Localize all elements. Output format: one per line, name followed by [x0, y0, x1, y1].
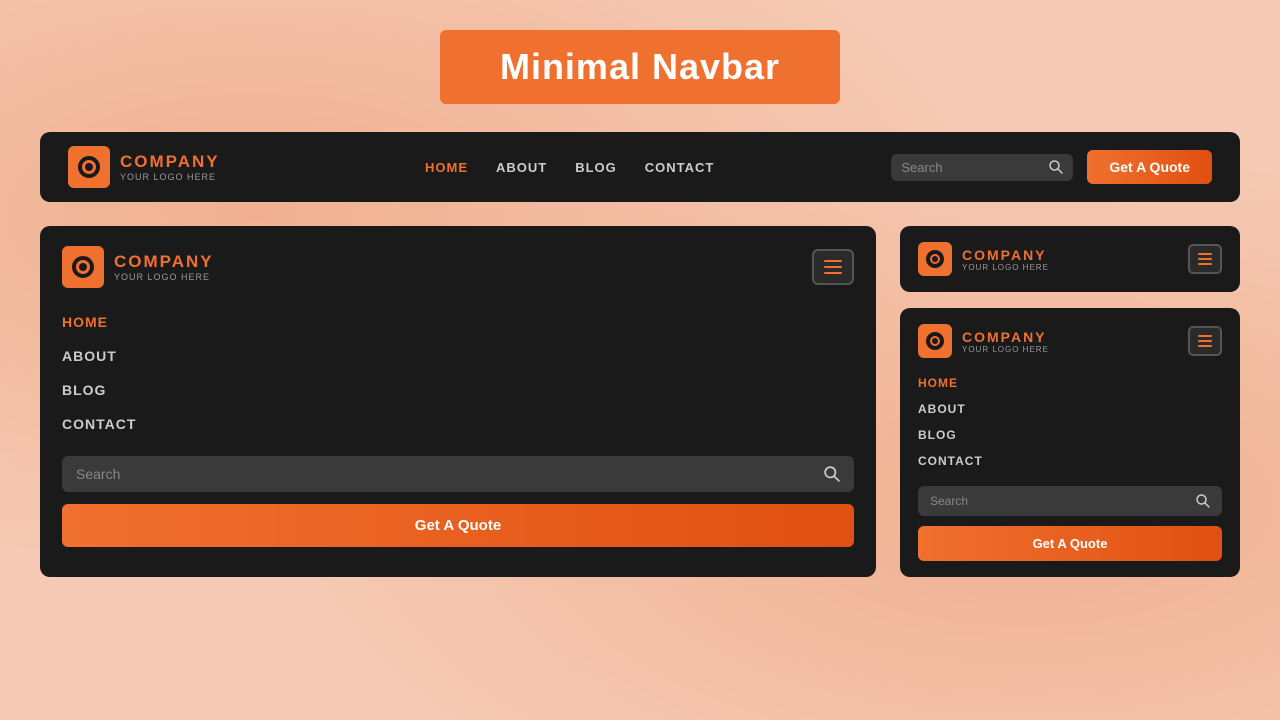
hamburger-line-2: [824, 266, 842, 268]
hamburger-line-sm-3: [1198, 263, 1212, 265]
mobile-small-expanded-header: COMPANY YOUR LOGO HERE: [918, 324, 1222, 358]
mobile-small-quote-button[interactable]: Get A Quote: [918, 526, 1222, 561]
logo-text-desktop: COMPANY YOUR LOGO HERE: [120, 152, 220, 182]
logo-tagline-mobile-small-exp: YOUR LOGO HERE: [962, 345, 1049, 354]
mobile-small-search-box: [918, 486, 1222, 516]
right-col: COMPANY YOUR LOGO HERE: [900, 226, 1240, 577]
logo-icon-desktop: [68, 146, 110, 188]
logo-icon-mobile-small: [918, 242, 952, 276]
mobile-large-nav-blog[interactable]: BLOG: [62, 376, 854, 404]
mobile-small-search-button[interactable]: [1196, 494, 1210, 508]
mobile-large-nav-home[interactable]: HOME: [62, 308, 854, 336]
logo-mobile-large: COMPANY YOUR LOGO HERE: [62, 246, 242, 288]
logo-circle-mobile-small: [926, 250, 944, 268]
hamburger-button-small-expanded[interactable]: [1188, 326, 1222, 356]
nav-link-about[interactable]: ABOUT: [496, 160, 547, 175]
company-name-desktop: COMPANY: [120, 152, 220, 172]
logo-circle-desktop: [78, 156, 100, 178]
nav-link-home[interactable]: HOME: [425, 160, 468, 175]
bottom-row: COMPANY YOUR LOGO HERE HOME ABOUT BLOG C…: [40, 226, 1240, 577]
logo-text-mobile-small-exp: COMPANY YOUR LOGO HERE: [962, 329, 1049, 354]
logo-circle-mobile-large: [72, 256, 94, 278]
hamburger-line-sm-1: [1198, 253, 1212, 255]
mobile-small-header: COMPANY YOUR LOGO HERE: [918, 242, 1222, 276]
logo-circle-mobile-small-exp: [926, 332, 944, 350]
mobile-large-nav-about[interactable]: ABOUT: [62, 342, 854, 370]
mobile-large-header: COMPANY YOUR LOGO HERE: [62, 246, 854, 288]
page-title: Minimal Navbar: [500, 46, 780, 88]
logo-icon-mobile-small-exp: [918, 324, 952, 358]
mobile-small-nav-home[interactable]: HOME: [918, 372, 1222, 394]
page-title-banner: Minimal Navbar: [440, 30, 840, 104]
logo-tagline-desktop: YOUR LOGO HERE: [120, 172, 220, 182]
nav-link-contact[interactable]: CONTACT: [645, 160, 715, 175]
hamburger-line-sm-exp-2: [1198, 340, 1212, 342]
mobile-small-nav-links: HOME ABOUT BLOG CONTACT: [918, 372, 1222, 472]
desktop-quote-button[interactable]: Get A Quote: [1087, 150, 1212, 184]
mobile-large-nav-links: HOME ABOUT BLOG CONTACT: [62, 308, 854, 438]
mobile-large-search-button[interactable]: [824, 466, 840, 482]
hamburger-line-3: [824, 272, 842, 274]
navbar-mobile-small-expanded: COMPANY YOUR LOGO HERE HOME ABOUT BLOG C…: [900, 308, 1240, 577]
mobile-small-nav-about[interactable]: ABOUT: [918, 398, 1222, 420]
company-name-mobile-small: COMPANY: [962, 247, 1049, 263]
logo-tagline-mobile-small: YOUR LOGO HERE: [962, 263, 1049, 272]
hamburger-line-sm-exp-3: [1198, 345, 1212, 347]
nav-link-blog[interactable]: BLOG: [575, 160, 617, 175]
hamburger-button-small-collapsed[interactable]: [1188, 244, 1222, 274]
desktop-nav-right: Get A Quote: [891, 150, 1212, 184]
logo-text-mobile-small: COMPANY YOUR LOGO HERE: [962, 247, 1049, 272]
logo-desktop: COMPANY YOUR LOGO HERE: [68, 146, 248, 188]
hamburger-line-sm-exp-1: [1198, 335, 1212, 337]
hamburger-line-sm-2: [1198, 258, 1212, 260]
logo-tagline-mobile-large: YOUR LOGO HERE: [114, 272, 214, 282]
company-name-mobile-large: COMPANY: [114, 252, 214, 272]
mobile-small-nav-blog[interactable]: BLOG: [918, 424, 1222, 446]
mobile-large-nav-contact[interactable]: CONTACT: [62, 410, 854, 438]
navbar-mobile-small-collapsed: COMPANY YOUR LOGO HERE: [900, 226, 1240, 292]
mobile-large-quote-button[interactable]: Get A Quote: [62, 504, 854, 547]
mobile-small-search-input[interactable]: [930, 494, 1188, 508]
hamburger-button-large[interactable]: [812, 249, 854, 285]
navbar-desktop: COMPANY YOUR LOGO HERE HOME ABOUT BLOG C…: [40, 132, 1240, 202]
logo-text-mobile-large: COMPANY YOUR LOGO HERE: [114, 252, 214, 282]
desktop-search-button[interactable]: [1049, 160, 1063, 174]
mobile-small-nav-contact[interactable]: CONTACT: [918, 450, 1222, 472]
desktop-search-input[interactable]: [901, 160, 1041, 175]
logo-icon-mobile-large: [62, 246, 104, 288]
mobile-large-search-input[interactable]: [76, 466, 816, 482]
desktop-search-box: [891, 154, 1073, 181]
navbar-mobile-large: COMPANY YOUR LOGO HERE HOME ABOUT BLOG C…: [40, 226, 876, 577]
mobile-large-search-box: [62, 456, 854, 492]
hamburger-line-1: [824, 260, 842, 262]
desktop-nav-links: HOME ABOUT BLOG CONTACT: [248, 160, 891, 175]
logo-mobile-small: COMPANY YOUR LOGO HERE: [918, 242, 1098, 276]
company-name-mobile-small-exp: COMPANY: [962, 329, 1049, 345]
logo-mobile-small-expanded: COMPANY YOUR LOGO HERE: [918, 324, 1098, 358]
